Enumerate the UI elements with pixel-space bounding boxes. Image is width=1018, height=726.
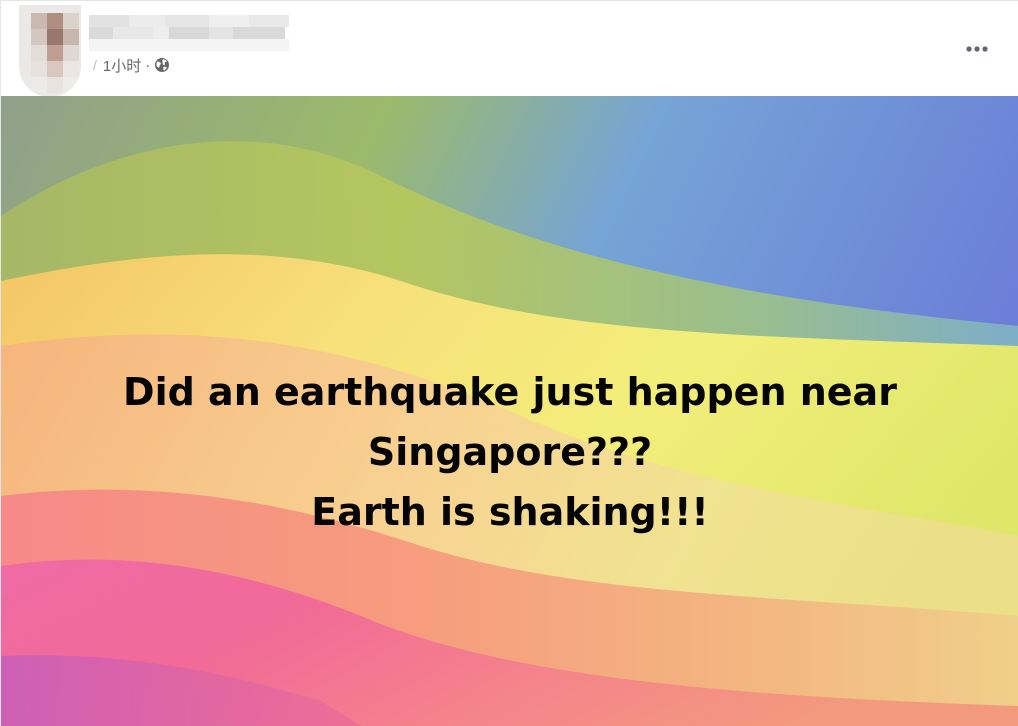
post-text: Did an earthquake just happen near Singa… [1,362,1018,542]
blur-block [89,39,289,51]
facebook-post: / 1小时 · Did an earthquake just happen ne… [0,0,1018,726]
blur-block [89,27,113,39]
avatar-pixel [47,13,63,29]
avatar-pixel [47,61,63,77]
post-meta: / 1小时 · [93,55,170,75]
avatar-pixel [47,29,63,45]
meta-separator: · [145,56,151,74]
more-horizontal-icon [965,45,989,53]
post-background-area: Did an earthquake just happen near Singa… [1,96,1018,726]
blur-block [249,15,289,27]
more-options-button[interactable] [959,31,995,67]
post-text-line: Singapore??? [367,430,653,474]
avatar-pixel [47,77,63,93]
blur-block [233,27,285,39]
avatar-pixel [47,45,63,61]
blur-block [169,27,209,39]
author-name-blurred[interactable] [89,13,289,53]
blur-block [209,27,233,39]
avatar-pixel [31,13,47,29]
blur-block [209,15,249,27]
avatar-pixel [31,77,47,93]
globe-icon[interactable] [154,57,170,73]
author-avatar[interactable] [19,5,81,97]
post-text-line: Earth is shaking!!! [311,490,709,534]
post-text-line: Did an earthquake just happen near [123,370,897,414]
avatar-pixel [31,61,47,77]
avatar-pixel [31,29,47,45]
avatar-pixel [63,77,79,93]
avatar-pixel [63,61,79,77]
blur-block [153,27,169,39]
post-timestamp[interactable]: 1小时 [103,55,141,76]
blur-block [129,15,165,27]
blur-block [89,15,129,27]
avatar-pixel [63,45,79,61]
avatar-pixel [31,45,47,61]
meta-divider-mark: / [93,57,97,73]
post-header: / 1小时 · [1,0,1018,97]
blur-block [165,15,209,27]
avatar-pixel [63,29,79,45]
blur-block [113,27,153,39]
avatar-pixel [63,13,79,29]
